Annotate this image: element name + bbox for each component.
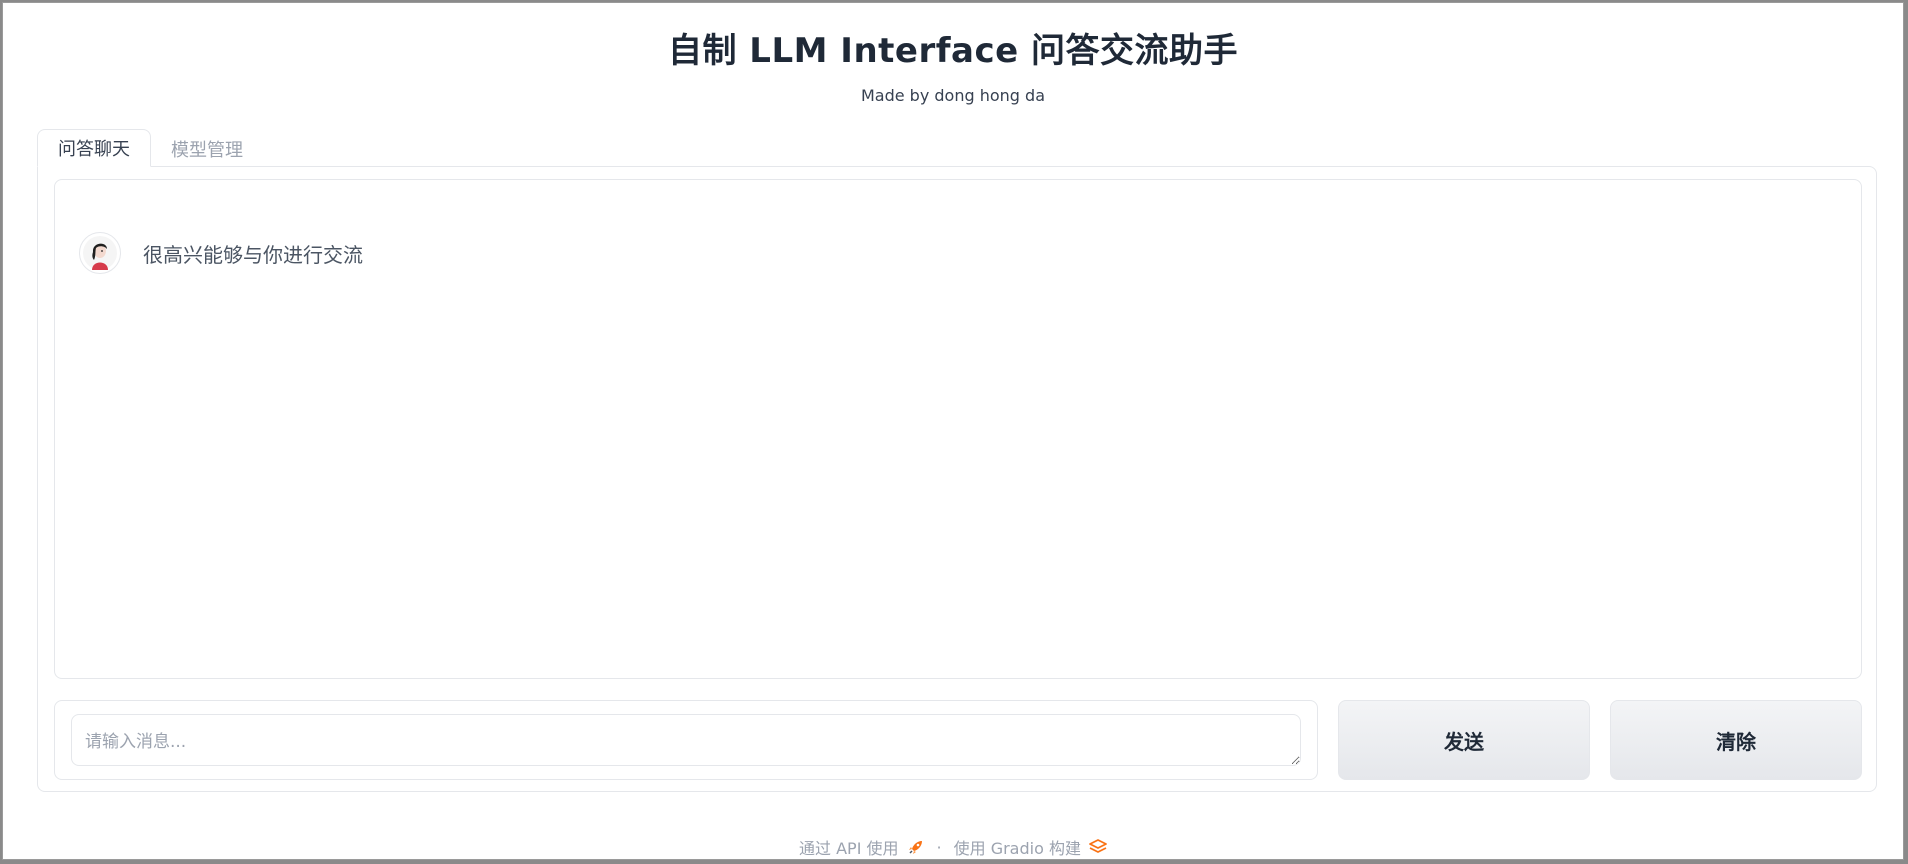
gradio-logo-icon	[1089, 839, 1107, 855]
avatar-illustration-icon	[83, 236, 117, 270]
bot-avatar	[79, 232, 121, 274]
chatbot-area[interactable]: 很高兴能够与你进行交流	[54, 179, 1862, 679]
api-link-label: 通过 API 使用	[799, 839, 899, 858]
app-window: 自制 LLM Interface 问答交流助手 Made by dong hon…	[2, 2, 1904, 860]
footer: 通过 API 使用 · 使用 Gradio 构建	[3, 835, 1903, 859]
message-input[interactable]	[71, 714, 1301, 766]
page-subtitle: Made by dong hong da	[860, 86, 1045, 105]
api-link[interactable]: 通过 API 使用	[799, 835, 925, 859]
composer-container	[54, 700, 1318, 780]
clear-button[interactable]: 清除	[1610, 700, 1862, 780]
rocket-icon	[907, 838, 925, 856]
chat-message: 很高兴能够与你进行交流	[79, 232, 363, 274]
tab-model-management[interactable]: 模型管理	[151, 130, 263, 167]
gradio-link-label: 使用 Gradio 构建	[953, 839, 1081, 858]
footer-separator: ·	[936, 837, 942, 857]
gradio-link[interactable]: 使用 Gradio 构建	[954, 835, 1107, 859]
tab-bar: 问答聊天 模型管理	[37, 129, 263, 167]
bot-message-text: 很高兴能够与你进行交流	[143, 242, 363, 267]
page-title: 自制 LLM Interface 问答交流助手	[667, 31, 1239, 71]
send-button[interactable]: 发送	[1338, 700, 1590, 780]
tab-panel: 很高兴能够与你进行交流 发送 清除	[37, 166, 1877, 792]
tab-chat[interactable]: 问答聊天	[37, 129, 151, 167]
